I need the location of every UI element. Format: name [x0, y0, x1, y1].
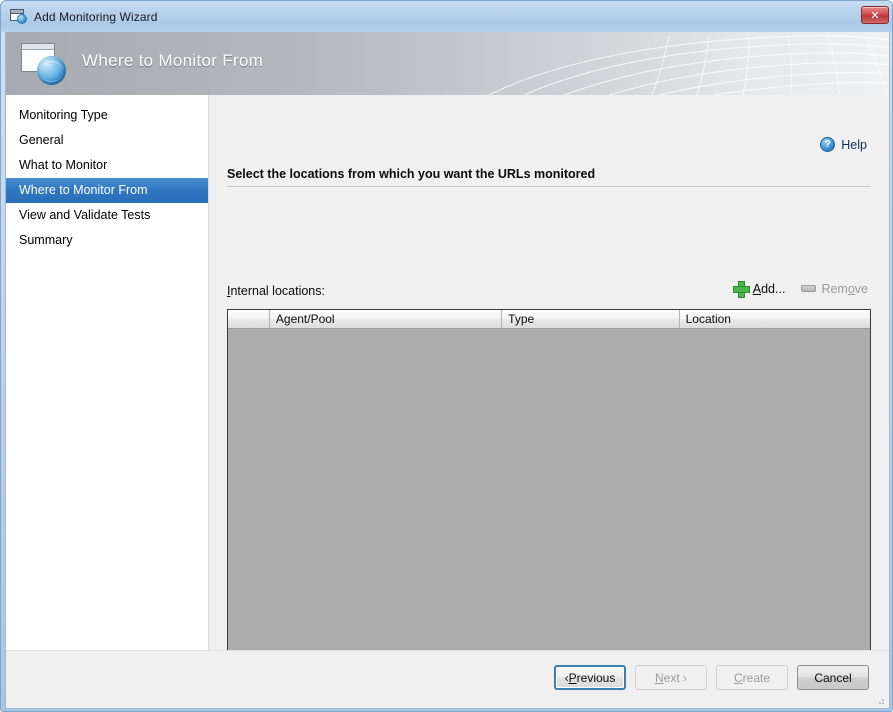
- wizard-banner: Where to Monitor From: [6, 32, 889, 95]
- remove-label: Remove: [821, 282, 868, 296]
- accel-char: P: [568, 670, 577, 685]
- create-button: Create: [716, 665, 788, 690]
- sidebar-item-what-to-monitor[interactable]: What to Monitor: [6, 153, 208, 178]
- sidebar-item-where-to-monitor-from[interactable]: Where to Monitor From: [6, 178, 208, 203]
- window-globe-icon: [10, 8, 27, 25]
- grid-column-agent-pool[interactable]: Agent/Pool: [269, 310, 503, 328]
- accel-char: A: [752, 281, 762, 296]
- globe-sphere-shape: [17, 13, 27, 24]
- label-pre: Rem: [821, 281, 848, 296]
- help-question-icon: ?: [820, 137, 836, 152]
- grid-header-row: Agent/Pool Type Location: [228, 310, 870, 329]
- locations-toolbar: Add... Remove: [732, 281, 868, 298]
- grid-body-empty[interactable]: [228, 329, 870, 655]
- internal-locations-label: Internal locations:: [227, 284, 325, 298]
- accel-char: C: [814, 670, 823, 685]
- remove-location-button: Remove: [801, 282, 868, 296]
- next-button: Next ›: [635, 665, 707, 690]
- instruction-text: Select the locations from which you want…: [227, 167, 871, 187]
- resize-grip-icon[interactable]: [874, 694, 886, 706]
- label-rest: revious: [576, 670, 616, 685]
- accel-char: N: [654, 670, 664, 685]
- title-bar: Add Monitoring Wizard ✕: [1, 1, 892, 32]
- green-plus-icon: [732, 281, 750, 298]
- add-location-button[interactable]: Add...: [732, 281, 786, 298]
- banner-window-globe-icon: [20, 41, 68, 87]
- label-rest: dd...: [761, 281, 786, 296]
- sidebar-item-monitoring-type[interactable]: Monitoring Type: [6, 103, 208, 128]
- wizard-window: Add Monitoring Wizard ✕ Where to Monitor…: [0, 0, 893, 712]
- locations-grid[interactable]: Agent/Pool Type Location: [227, 309, 871, 656]
- help-label: Help: [841, 137, 867, 152]
- main-panel: ? Help Select the locations from which y…: [210, 95, 889, 656]
- wizard-step-sidebar: Monitoring Type General What to Monitor …: [6, 95, 209, 650]
- gray-minus-icon: [801, 285, 817, 292]
- help-link[interactable]: ? Help: [820, 137, 867, 152]
- close-button[interactable]: ✕: [861, 6, 889, 24]
- sidebar-item-general[interactable]: General: [6, 128, 208, 153]
- accel-char: C: [733, 670, 743, 685]
- label-rest: reate: [742, 670, 771, 685]
- grid-column-selector[interactable]: [228, 310, 270, 328]
- label-rest: ancel: [822, 670, 852, 685]
- footer-button-group: ‹ Previous Next › Create Cancel: [554, 665, 869, 690]
- accel-char: o: [847, 281, 855, 296]
- wizard-footer: ‹ Previous Next › Create Cancel: [6, 650, 889, 708]
- sidebar-item-summary[interactable]: Summary: [6, 228, 208, 253]
- sidebar-item-view-and-validate-tests[interactable]: View and Validate Tests: [6, 203, 208, 228]
- globe-grid-decoration: [488, 35, 889, 95]
- label-rest: nternal locations:: [230, 284, 325, 298]
- add-label: Add...: [753, 282, 786, 296]
- window-title: Add Monitoring Wizard: [34, 9, 158, 24]
- label-rest: ve: [854, 281, 868, 296]
- cancel-button[interactable]: Cancel: [797, 665, 869, 690]
- grid-column-location[interactable]: Location: [679, 310, 870, 328]
- globe-sphere-shape: [37, 56, 66, 85]
- client-area: Where to Monitor From Monitoring Type Ge…: [5, 32, 890, 709]
- label-rest: ext ›: [663, 670, 687, 685]
- grid-column-type[interactable]: Type: [502, 310, 680, 328]
- previous-button[interactable]: ‹ Previous: [554, 665, 626, 690]
- page-title: Where to Monitor From: [82, 51, 264, 70]
